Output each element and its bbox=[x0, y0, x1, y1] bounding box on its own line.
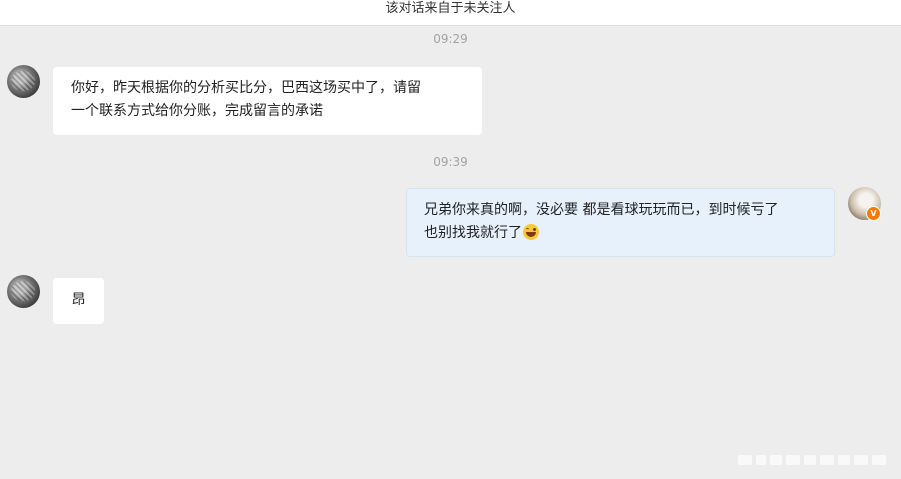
conversation-notice-bar: 该对话来自于未关注人 bbox=[0, 0, 901, 26]
message-bubble-incoming: 昂 bbox=[53, 278, 104, 324]
message-line: 也别找我就行了 bbox=[424, 222, 817, 245]
laughing-tears-emoji-icon bbox=[523, 224, 539, 240]
timestamp: 09:39 bbox=[433, 155, 468, 169]
avatar-leopard-icon[interactable] bbox=[7, 65, 40, 98]
verified-badge-icon: V bbox=[866, 206, 881, 221]
chat-area[interactable]: 09:29 你好，昨天根据你的分析买比分，巴西这场买中了，请留 一个联系方式给你… bbox=[0, 26, 901, 479]
message-line-text: 也别找我就行了 bbox=[424, 225, 522, 241]
message-bubble-incoming: 你好，昨天根据你的分析买比分，巴西这场买中了，请留 一个联系方式给你分账，完成留… bbox=[53, 67, 482, 135]
message-line: 昂 bbox=[71, 292, 86, 308]
message-bubble-outgoing: 兄弟你来真的啊，没必要 都是看球玩玩而已，到时候亏了 也别找我就行了 bbox=[406, 188, 835, 257]
message-line: 兄弟你来真的啊，没必要 都是看球玩玩而已，到时候亏了 bbox=[424, 202, 779, 218]
avatar-leopard-icon[interactable] bbox=[7, 275, 40, 308]
conversation-notice: 该对话来自于未关注人 bbox=[385, 1, 516, 16]
timestamp: 09:29 bbox=[433, 32, 468, 46]
message-line: 你好，昨天根据你的分析买比分，巴西这场买中了，请留 bbox=[71, 80, 421, 96]
message-line: 一个联系方式给你分账，完成留言的承诺 bbox=[71, 103, 323, 119]
watermark-logo bbox=[738, 452, 888, 468]
